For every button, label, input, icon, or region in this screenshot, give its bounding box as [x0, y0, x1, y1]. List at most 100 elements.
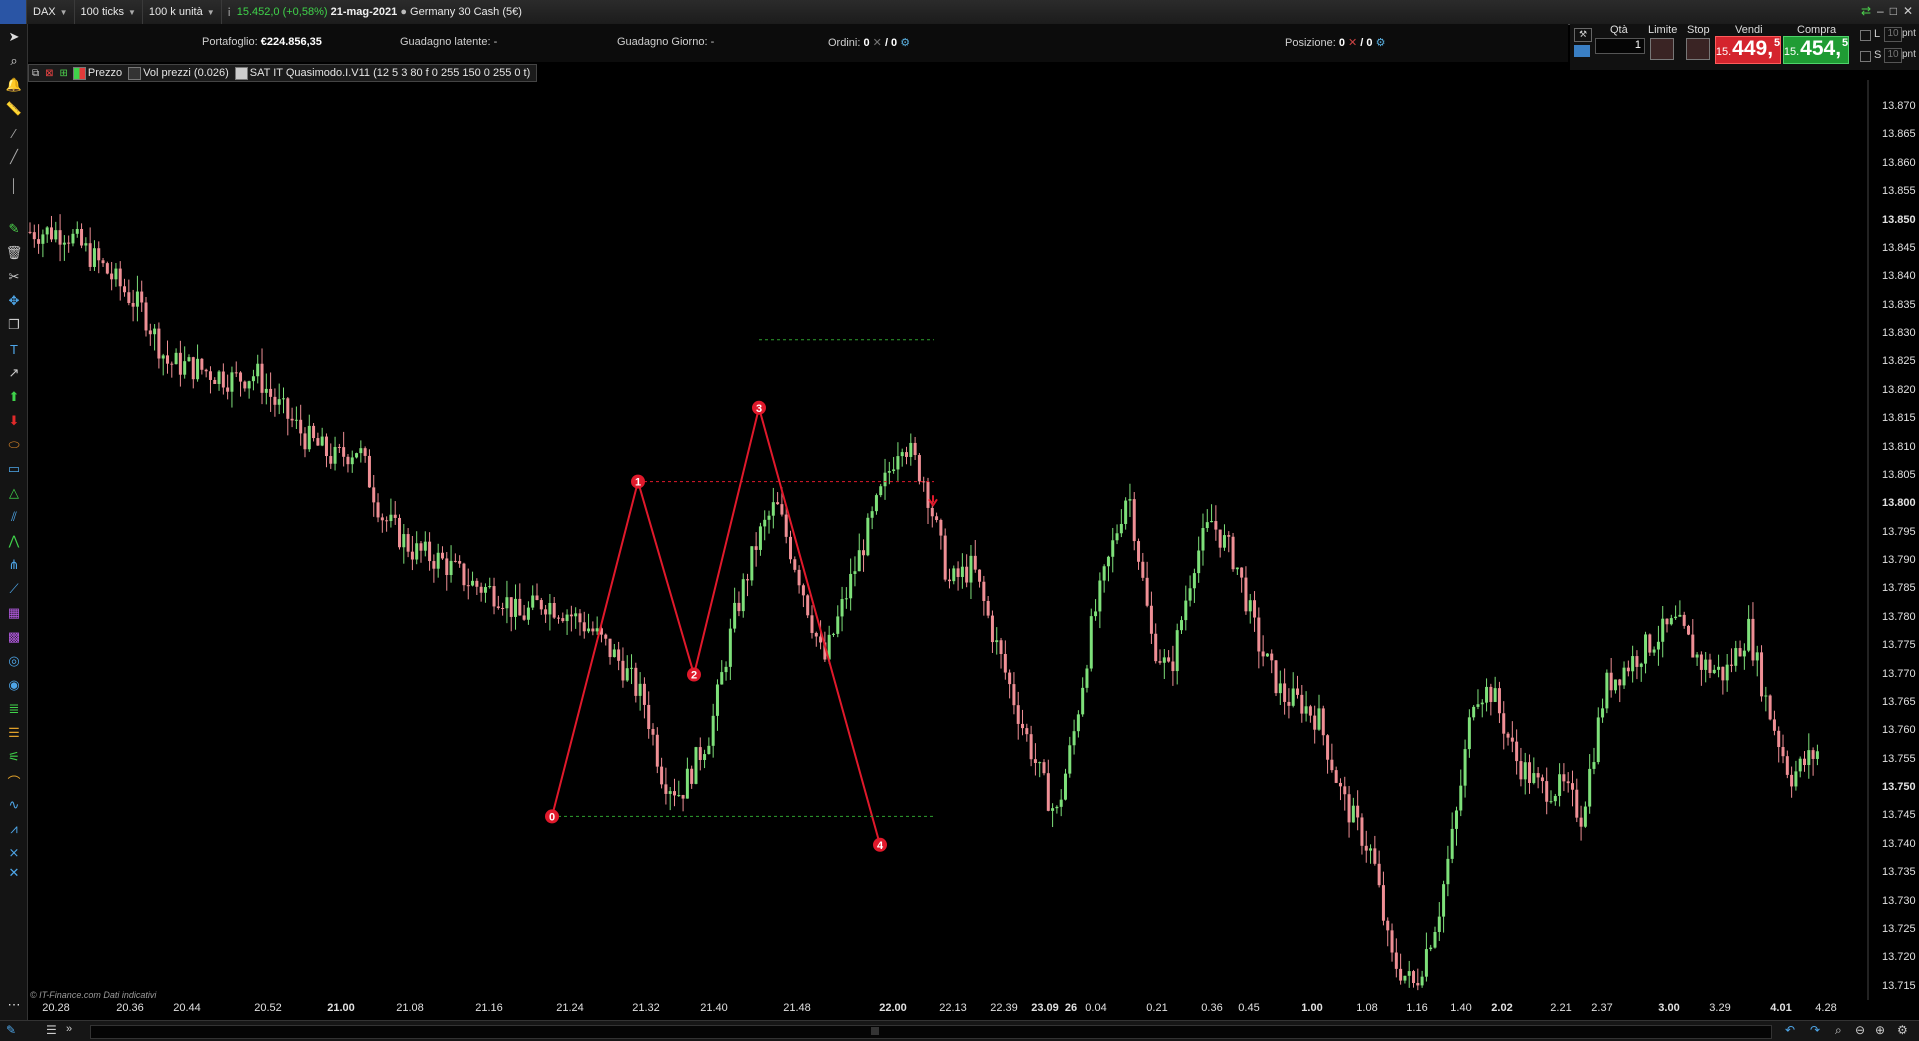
- day-gain-info: Guadagno Giorno: -: [617, 36, 715, 48]
- keyboard-icon[interactable]: [1574, 45, 1590, 57]
- candle-body: [436, 552, 440, 569]
- short-checkbox[interactable]: [1860, 51, 1871, 62]
- candle-body: [92, 248, 96, 267]
- time-tick-label: 21.40: [700, 1002, 728, 1014]
- candle-body: [1278, 683, 1282, 694]
- instrument-selector[interactable]: DAX ▼: [27, 0, 75, 24]
- text-icon[interactable]: T: [5, 340, 23, 358]
- close-chart-icon[interactable]: ⊠: [45, 68, 53, 79]
- candle-body: [367, 455, 371, 488]
- ellipse-icon[interactable]: ⬭: [5, 436, 23, 454]
- add-indicator-icon[interactable]: ⊞: [60, 68, 68, 79]
- candle-body: [1506, 733, 1510, 738]
- arrow-tool-icon[interactable]: ↗: [5, 364, 23, 382]
- pattern-xabcd-icon[interactable]: ✕: [5, 864, 23, 882]
- redo-icon[interactable]: ↷: [1810, 1023, 1820, 1037]
- fibo-arc-icon[interactable]: ⌒: [5, 772, 23, 790]
- candle-body: [501, 607, 505, 609]
- rectangle-icon[interactable]: ▭: [5, 460, 23, 478]
- quantity-input[interactable]: 1: [1595, 38, 1645, 54]
- vertical-line-icon[interactable]: │: [5, 176, 23, 194]
- price-tick-label: 13.725: [1882, 922, 1916, 935]
- legend-indicator[interactable]: SAT IT Quasimodo.I.V11 (12 5 3 80 f 0 25…: [250, 67, 530, 79]
- price-tick-label: 13.790: [1882, 554, 1916, 567]
- tools-icon[interactable]: ✂: [5, 268, 23, 286]
- indicator-swatch: [234, 66, 248, 80]
- settings-icon[interactable]: ⚙: [1897, 1023, 1908, 1037]
- draw-icon[interactable]: ✎: [6, 1023, 16, 1037]
- harmonic-icon[interactable]: ⨯: [5, 844, 23, 862]
- menu-icon[interactable]: ☰: [46, 1023, 57, 1037]
- price-chart[interactable]: 0 1 2 3 4: [28, 80, 1870, 1000]
- box-icon[interactable]: ▩: [5, 628, 23, 646]
- move-icon[interactable]: ✥: [5, 292, 23, 310]
- cycles-icon[interactable]: ◉: [5, 676, 23, 694]
- pattern-icon[interactable]: ⩘: [5, 820, 23, 838]
- long-points-input[interactable]: 10: [1884, 27, 1902, 42]
- segment-icon[interactable]: ⁄: [5, 124, 23, 142]
- channel-icon[interactable]: ⫽: [5, 508, 23, 526]
- candle-body: [548, 603, 552, 615]
- fibo-icon[interactable]: ≣: [5, 700, 23, 718]
- time-tick-label: 0.36: [1201, 1002, 1223, 1014]
- zoom-icon[interactable]: ⌕: [5, 52, 23, 70]
- trash-icon[interactable]: 🗑: [5, 244, 23, 262]
- buy-button[interactable]: 15. 454, 5: [1783, 36, 1849, 64]
- stop-order-button[interactable]: [1686, 38, 1710, 60]
- sync-icon[interactable]: ⇄: [1861, 4, 1871, 18]
- timeframe-selector[interactable]: 100 ticks ▼: [75, 0, 143, 24]
- horizontal-scrollbar[interactable]: [90, 1025, 1772, 1039]
- orders-info[interactable]: Ordini: 0 ✕ / 0 ⚙: [828, 36, 910, 49]
- scroll-left-icon[interactable]: »: [66, 1023, 72, 1035]
- wave-icon[interactable]: ∿: [5, 796, 23, 814]
- restore-icon[interactable]: ⧉: [32, 68, 39, 79]
- legend-volume[interactable]: Vol prezzi (0.026): [143, 67, 229, 79]
- limit-order-button[interactable]: [1650, 38, 1674, 60]
- ruler-icon[interactable]: 📏: [5, 100, 23, 118]
- line-icon[interactable]: ╱: [5, 148, 23, 166]
- zoom-fit-icon[interactable]: ⌕: [1835, 1023, 1842, 1038]
- sell-arrow-icon[interactable]: ⬇: [5, 412, 23, 430]
- bell-icon[interactable]: 🔔: [5, 76, 23, 94]
- position-info[interactable]: Posizione: 0 ✕ / 0 ⚙: [1285, 36, 1385, 49]
- zoom-in-icon[interactable]: ⊕: [1875, 1023, 1885, 1037]
- minimize-icon[interactable]: –: [1877, 4, 1884, 18]
- fibo-fan-icon[interactable]: ⚟: [5, 748, 23, 766]
- maximize-icon[interactable]: □: [1890, 4, 1897, 18]
- scroll-thumb[interactable]: [871, 1027, 879, 1035]
- short-points-input[interactable]: 10: [1884, 48, 1902, 63]
- candle-body: [1089, 616, 1093, 669]
- legend-price[interactable]: Prezzo: [88, 67, 122, 79]
- long-checkbox[interactable]: [1860, 30, 1871, 41]
- zoom-out-icon[interactable]: ⊖: [1855, 1023, 1865, 1037]
- candle-body: [1794, 771, 1798, 787]
- buy-arrow-icon[interactable]: ⬆: [5, 388, 23, 406]
- wrench-icon[interactable]: ⚒: [1574, 28, 1592, 42]
- units-selector[interactable]: 100 k unità ▼: [143, 0, 222, 24]
- fibo-retracement-icon[interactable]: ☰: [5, 724, 23, 742]
- zigzag-icon[interactable]: ⋀: [5, 532, 23, 550]
- brush-icon[interactable]: ✎: [5, 220, 23, 238]
- candle-body: [1338, 782, 1342, 787]
- candle-body: [724, 666, 728, 673]
- close-icon[interactable]: ✕: [1903, 4, 1913, 18]
- market-dot-icon: ●: [400, 6, 407, 18]
- copy-icon[interactable]: ❐: [5, 316, 23, 334]
- candle-body: [763, 519, 767, 527]
- triangle-icon[interactable]: △: [5, 484, 23, 502]
- undo-icon[interactable]: ↶: [1785, 1023, 1795, 1037]
- candle-body: [703, 754, 707, 761]
- candle-body: [1386, 920, 1390, 931]
- candle-body: [552, 603, 556, 618]
- sell-button[interactable]: 15. 449, 5: [1715, 36, 1781, 64]
- grid-icon[interactable]: ▦: [5, 604, 23, 622]
- candle-body: [1158, 661, 1162, 663]
- price-tick-label: 13.720: [1882, 951, 1916, 964]
- more-tools-icon[interactable]: ⋯: [5, 996, 23, 1014]
- spiral-icon[interactable]: ◎: [5, 652, 23, 670]
- candle-body: [711, 715, 715, 746]
- pitchfork-icon[interactable]: ⋔: [5, 556, 23, 574]
- gann-icon[interactable]: ⟋: [5, 580, 23, 598]
- pointer-icon[interactable]: ➤: [5, 28, 23, 46]
- candle-body: [1622, 667, 1626, 686]
